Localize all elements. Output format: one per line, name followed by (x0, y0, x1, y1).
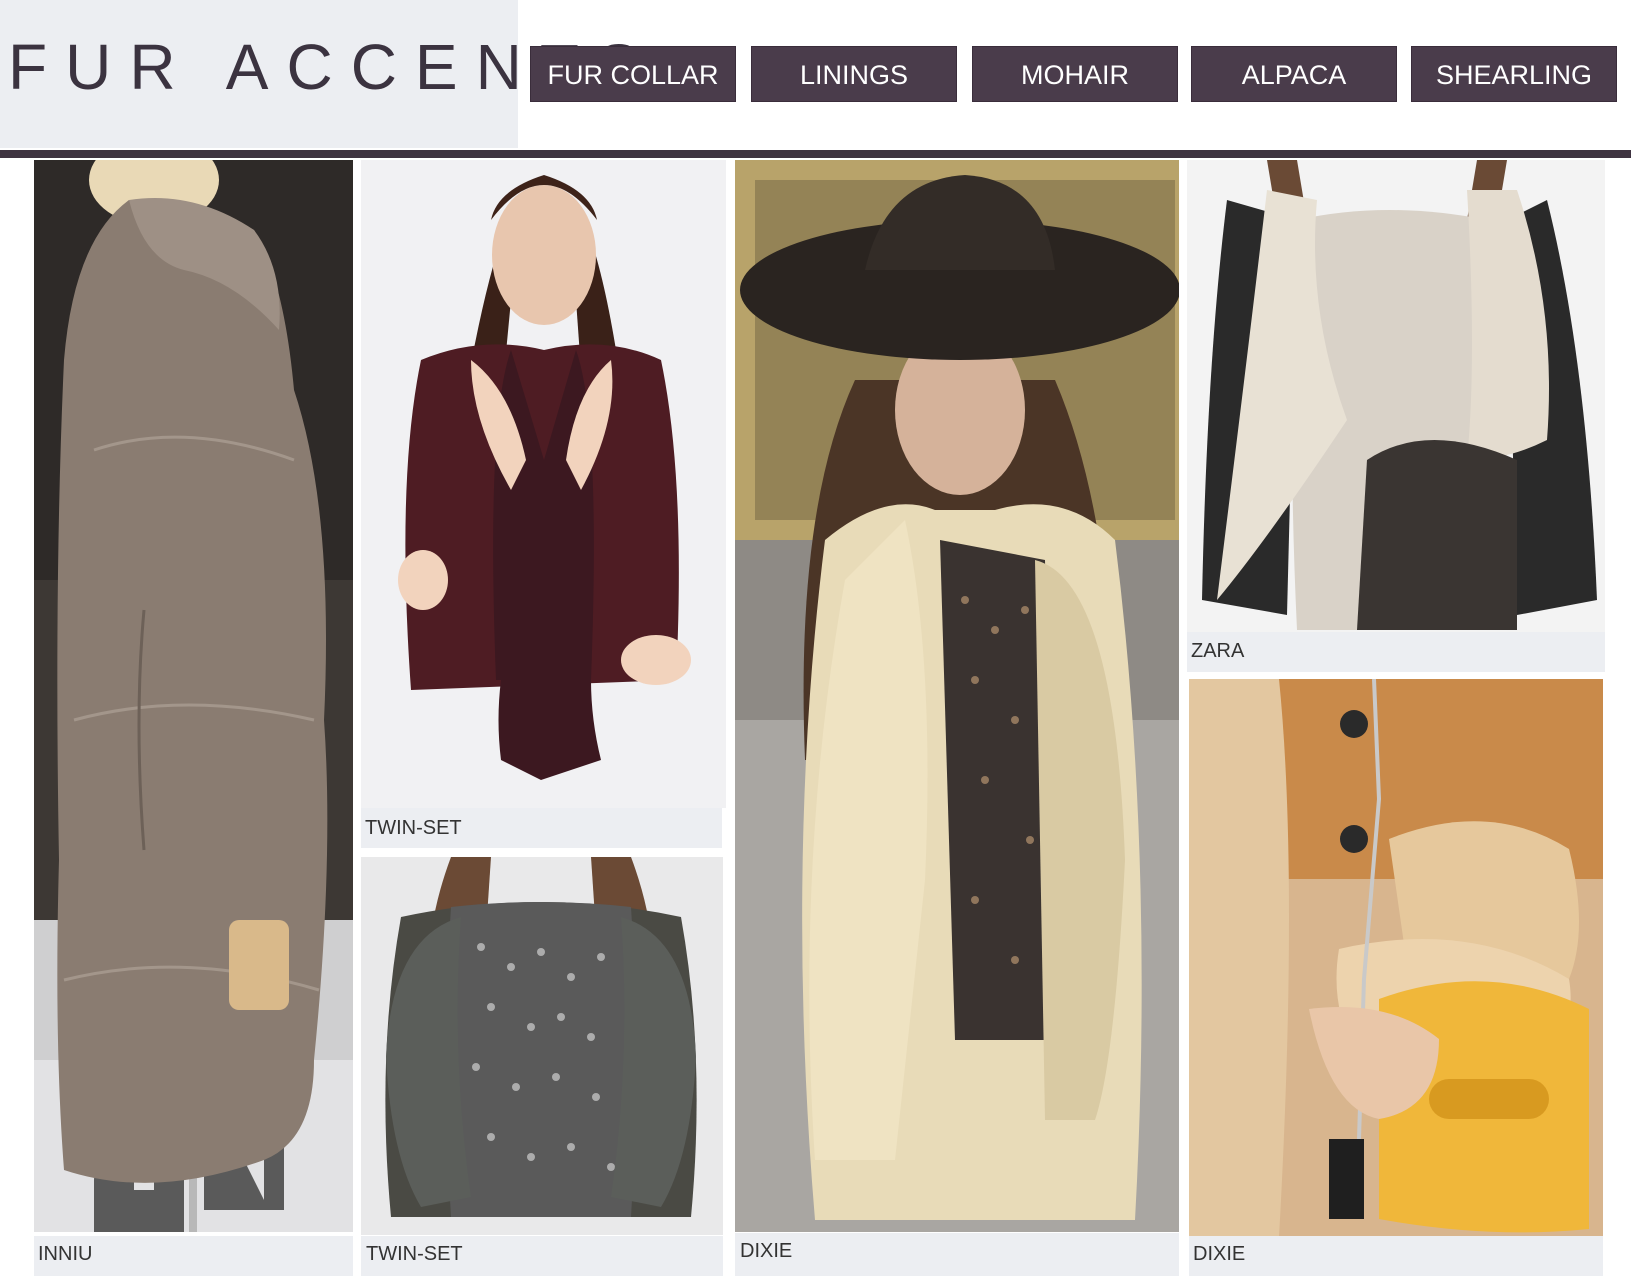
photo-twinset-burgundy-jacket (361, 160, 726, 808)
caption-twinset-2: TWIN-SET (366, 1243, 463, 1265)
photo-zara-shearling-jacket (1187, 160, 1605, 632)
tag-alpaca[interactable]: ALPACA (1191, 46, 1397, 102)
caption-dixie-1: DIXIE (740, 1240, 793, 1262)
title-box: FUR ACCENTS (0, 0, 640, 148)
header-divider (0, 150, 1631, 158)
tag-shearling[interactable]: SHEARLING (1411, 46, 1617, 102)
tag-mohair[interactable]: MOHAIR (972, 46, 1178, 102)
caption-bar-zara (1187, 632, 1605, 672)
photo-dixie-shearling-bag (1189, 679, 1603, 1237)
caption-dixie-2: DIXIE (1193, 1243, 1246, 1265)
caption-twinset-1: TWIN-SET (365, 817, 462, 839)
tag-linings[interactable]: LININGS (751, 46, 957, 102)
photo-dixie-mohair-vest (735, 160, 1179, 1232)
caption-bar-dixie-1 (735, 1233, 1179, 1276)
tag-fur-collar[interactable]: FUR COLLAR (530, 46, 736, 102)
caption-bar-dixie-2 (1189, 1236, 1603, 1276)
photo-inniu-coat (34, 160, 353, 1232)
photo-twinset-sequin-top (361, 857, 723, 1235)
caption-inniu: INNIU (38, 1243, 93, 1265)
caption-zara: ZARA (1191, 640, 1245, 662)
